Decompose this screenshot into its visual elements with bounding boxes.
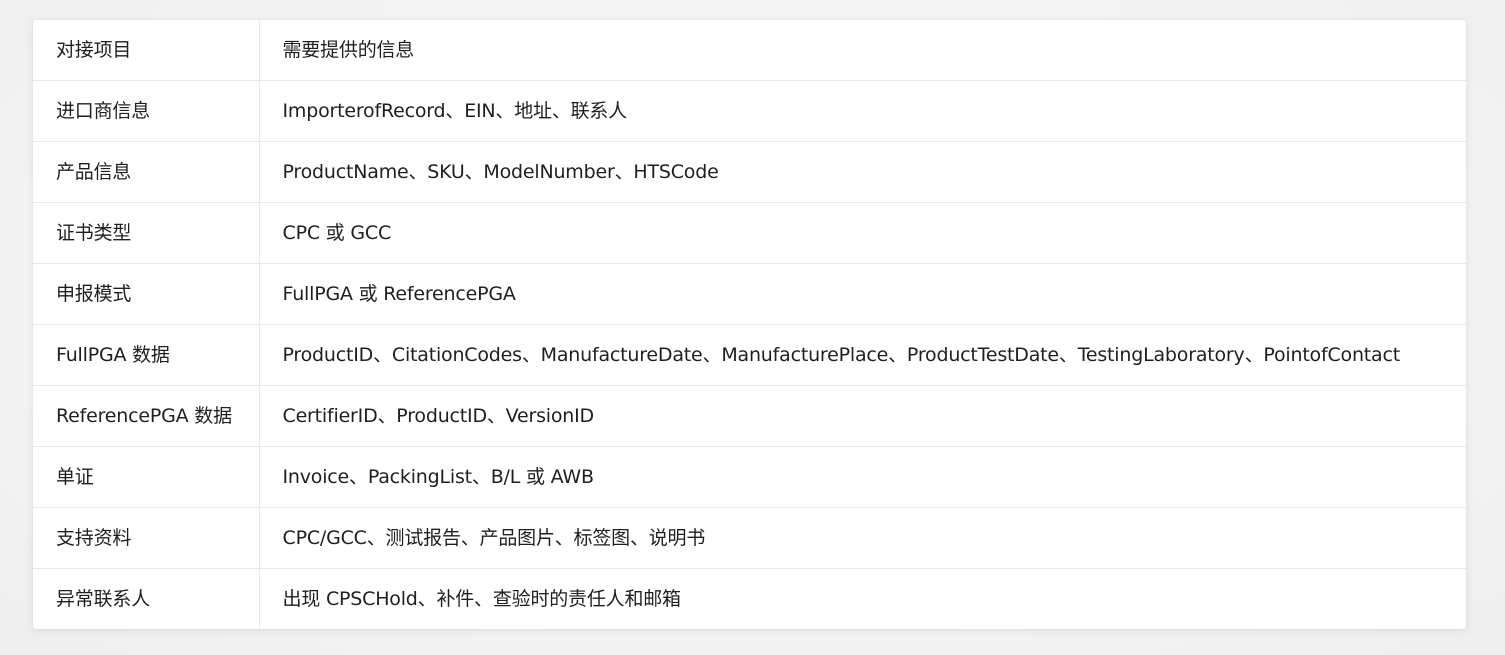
row-value-cell: CPC/GCC、测试报告、产品图片、标签图、说明书 bbox=[259, 507, 1466, 569]
table-row: 产品信息 ProductName、SKU、ModelNumber、HTSCode bbox=[33, 141, 1466, 203]
table-row: 申报模式 FullPGA 或 ReferencePGA bbox=[33, 263, 1466, 325]
row-key-cell: FullPGA 数据 bbox=[33, 324, 260, 386]
table-row: 进口商信息 ImporterofRecord、EIN、地址、联系人 bbox=[33, 80, 1466, 142]
row-key-cell: 证书类型 bbox=[33, 202, 260, 264]
row-value-cell: ProductName、SKU、ModelNumber、HTSCode bbox=[259, 141, 1466, 203]
row-value-cell: CertifierID、ProductID、VersionID bbox=[259, 385, 1466, 447]
info-table-card: 对接项目 需要提供的信息 进口商信息 ImporterofRecord、EIN、… bbox=[33, 20, 1466, 629]
info-table: 对接项目 需要提供的信息 进口商信息 ImporterofRecord、EIN、… bbox=[33, 20, 1466, 629]
table-row: 异常联系人 出现 CPSCHold、补件、查验时的责任人和邮箱 bbox=[33, 568, 1466, 629]
table-row: FullPGA 数据 ProductID、CitationCodes、Manuf… bbox=[33, 324, 1466, 386]
header-key-cell: 对接项目 bbox=[33, 20, 260, 81]
table-header-row: 对接项目 需要提供的信息 bbox=[33, 20, 1466, 81]
row-value-cell: ProductID、CitationCodes、ManufactureDate、… bbox=[259, 324, 1466, 386]
row-key-cell: 申报模式 bbox=[33, 263, 260, 325]
table-row: 单证 Invoice、PackingList、B/L 或 AWB bbox=[33, 446, 1466, 508]
table-row: ReferencePGA 数据 CertifierID、ProductID、Ve… bbox=[33, 385, 1466, 447]
header-value-cell: 需要提供的信息 bbox=[259, 20, 1466, 81]
row-key-cell: 支持资料 bbox=[33, 507, 260, 569]
row-value-cell: 出现 CPSCHold、补件、查验时的责任人和邮箱 bbox=[282, 587, 682, 610]
row-value-cell: Invoice、PackingList、B/L 或 AWB bbox=[259, 446, 1466, 508]
row-key-cell: 单证 bbox=[33, 446, 260, 508]
row-key-cell: 异常联系人 bbox=[33, 568, 260, 629]
row-value-cell: CPC 或 GCC bbox=[259, 202, 1466, 264]
row-key-cell: 产品信息 bbox=[33, 141, 260, 203]
row-value-cell: ImporterofRecord、EIN、地址、联系人 bbox=[259, 80, 1466, 142]
row-key-cell: 进口商信息 bbox=[33, 80, 260, 142]
table-row: 证书类型 CPC 或 GCC bbox=[33, 202, 1466, 264]
table-row: 支持资料 CPC/GCC、测试报告、产品图片、标签图、说明书 bbox=[33, 507, 1466, 569]
row-key-cell: ReferencePGA 数据 bbox=[33, 385, 260, 447]
row-value-cell: FullPGA 或 ReferencePGA bbox=[259, 263, 1466, 325]
